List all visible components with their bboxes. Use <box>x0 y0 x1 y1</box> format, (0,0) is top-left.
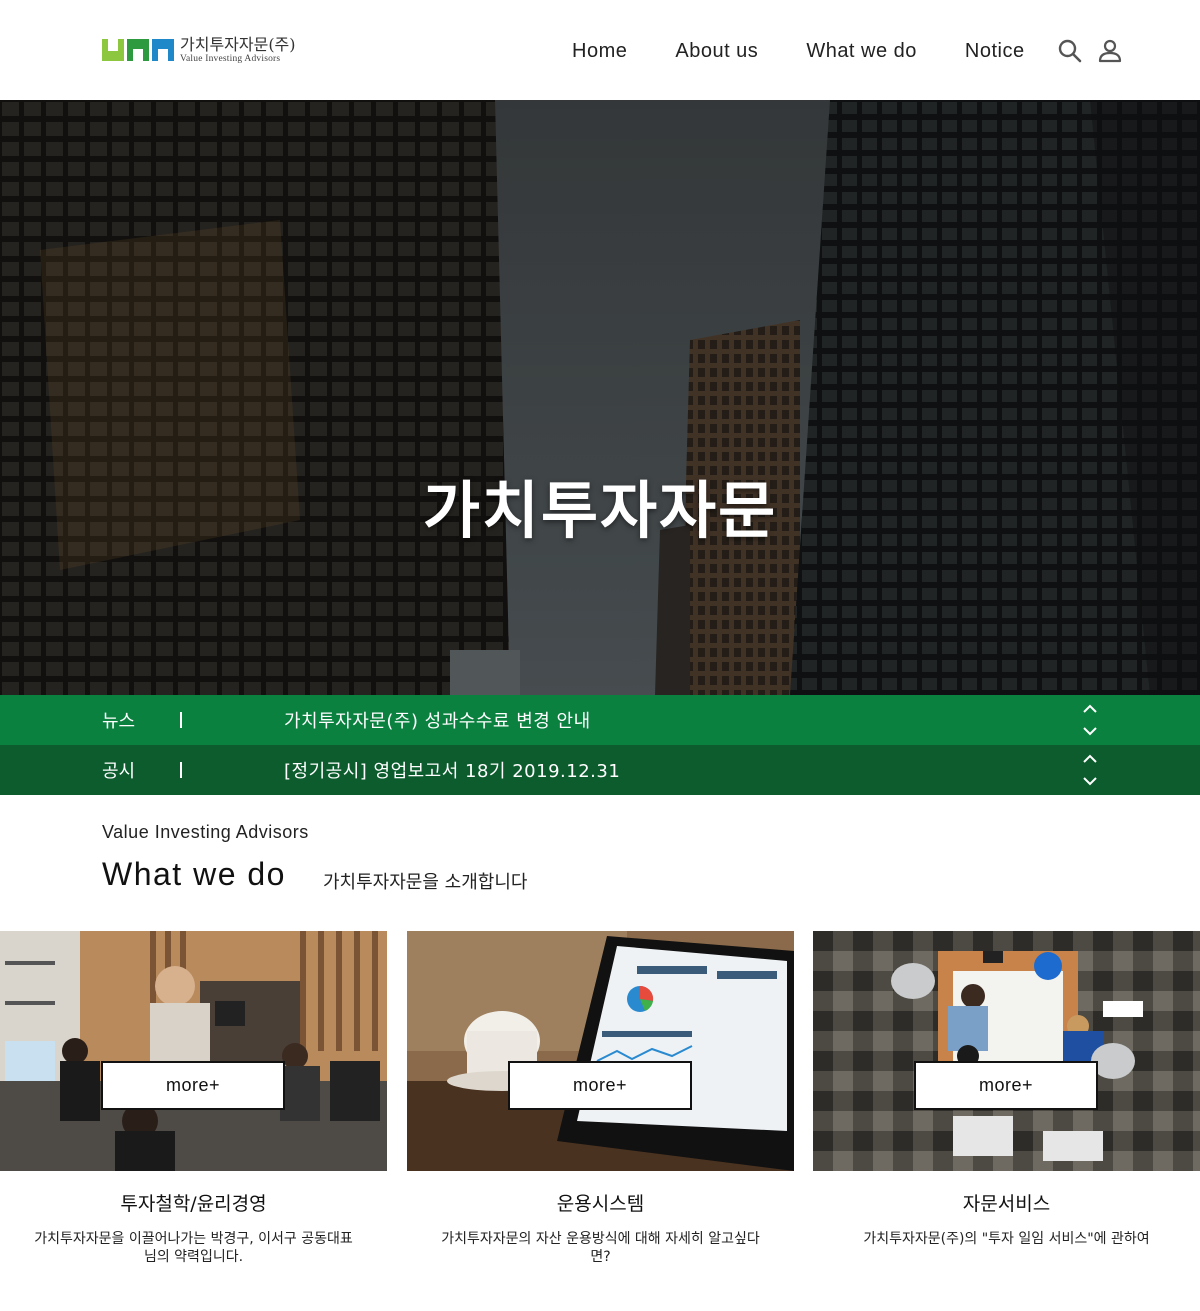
card-description: 가치투자자문의 자산 운용방식에 대해 자세히 알고싶다면? <box>441 1231 760 1265</box>
nav-about-us[interactable]: About us <box>675 40 758 63</box>
section-description: 가치투자자문을 소개합니다 <box>323 872 528 893</box>
nav-home[interactable]: Home <box>572 40 627 63</box>
notice-headline-link[interactable]: [정기공시] 영업보고서 18기 2019.12.31 <box>284 757 620 783</box>
tablet-dashboard-image: more+ <box>407 931 794 1171</box>
main-nav: Home About us What we do Notice <box>572 38 1123 64</box>
card-title: 운용시스템 <box>556 1193 645 1215</box>
news-scroll-arrows-icon[interactable] <box>1080 701 1100 739</box>
card-operation-system: more+ 운용시스템 가치투자자문의 자산 운용방식에 대해 자세히 알고싶다… <box>407 931 794 1266</box>
nav-notice[interactable]: Notice <box>965 40 1025 63</box>
section-subtitle: Value Investing Advisors <box>102 822 309 842</box>
nav-what-we-do[interactable]: What we do <box>806 40 917 63</box>
card-description: 가치투자자문을 이끌어나가는 박경구, 이서구 공동대표님의 약력입니다. <box>34 1231 353 1265</box>
card-philosophy: more+ 투자철학/윤리경영 가치투자자문을 이끌어나가는 박경구, 이서구 … <box>0 931 387 1266</box>
news-ticker: 뉴스 가치투자자문(주) 성과수수료 변경 안내 <box>0 695 1200 745</box>
hero-title: 가치투자자문 <box>422 474 778 547</box>
section-title: What we do <box>102 856 286 892</box>
card-description: 가치투자자문(주)의 "투자 일임 서비스"에 관하여 <box>863 1231 1150 1247</box>
logo-mark <box>102 39 174 61</box>
logo-korean-name: 가치투자자문(주) <box>180 35 296 54</box>
hero-banner: 가치투자자문 <box>0 100 1200 695</box>
divider <box>180 712 182 728</box>
office-team-image: more+ <box>0 931 387 1171</box>
divider <box>180 762 182 778</box>
meeting-topdown-image: more+ <box>813 931 1200 1171</box>
notice-label: 공시 <box>102 761 136 782</box>
logo-english-name: Value Investing Advisors <box>180 54 281 64</box>
card-title: 자문서비스 <box>962 1193 1051 1215</box>
card-advisory-service: more+ 자문서비스 가치투자자문(주)의 "투자 일임 서비스"에 관하여 <box>813 931 1200 1248</box>
card-title: 투자철학/윤리경영 <box>120 1193 267 1215</box>
news-label: 뉴스 <box>102 711 136 732</box>
notice-ticker: 공시 [정기공시] 영업보고서 18기 2019.12.31 <box>0 745 1200 795</box>
company-logo[interactable]: 가치투자자문(주) Value Investing Advisors <box>102 37 296 65</box>
search-icon[interactable] <box>1057 38 1083 64</box>
more-button[interactable]: more+ <box>508 1061 692 1110</box>
user-icon[interactable] <box>1097 38 1123 64</box>
city-buildings-image <box>0 100 1200 695</box>
more-button[interactable]: more+ <box>914 1061 1098 1110</box>
more-button[interactable]: more+ <box>101 1061 285 1110</box>
notice-scroll-arrows-icon[interactable] <box>1080 751 1100 789</box>
news-headline-link[interactable]: 가치투자자문(주) 성과수수료 변경 안내 <box>284 707 591 733</box>
site-header: 가치투자자문(주) Value Investing Advisors Home … <box>0 0 1200 100</box>
